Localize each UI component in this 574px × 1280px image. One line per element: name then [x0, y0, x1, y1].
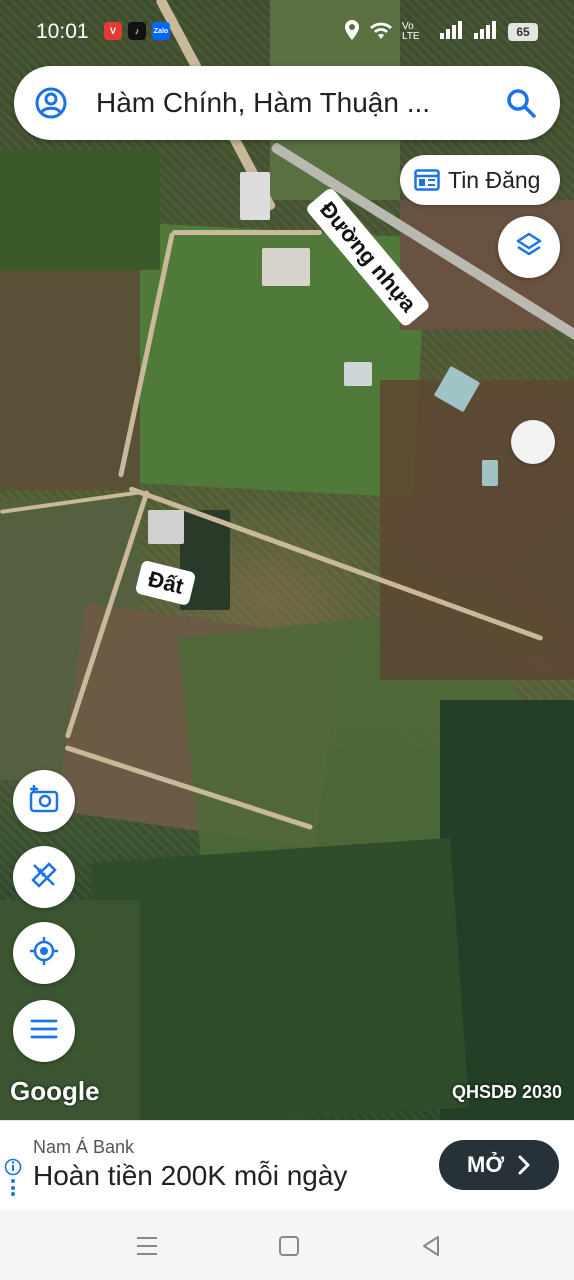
ad-info-icon[interactable]	[4, 1158, 22, 1196]
layer-name-label: QHSDĐ 2030	[451, 1082, 562, 1102]
ad-open-button[interactable]: MỞ	[439, 1140, 559, 1190]
system-nav-bar	[0, 1210, 574, 1280]
camera-button[interactable]	[13, 770, 75, 832]
wifi-icon	[370, 21, 392, 42]
location-icon	[344, 20, 360, 43]
add-photo-icon	[28, 784, 60, 819]
search-icon[interactable]	[504, 86, 538, 120]
building	[344, 362, 372, 386]
ad-title[interactable]: Hoàn tiền 200K mỗi ngày	[33, 1160, 347, 1192]
building	[148, 510, 184, 544]
app-icon-v: V	[104, 22, 122, 40]
building	[482, 460, 498, 486]
layers-icon	[514, 230, 544, 265]
home-icon[interactable]	[278, 1235, 300, 1262]
orchard-field	[0, 150, 160, 270]
network-label: Vo LTE	[402, 20, 420, 42]
search-bar[interactable]: Hàm Chính, Hàm Thuận ...	[14, 66, 560, 140]
account-icon[interactable]	[34, 86, 68, 120]
menu-icon	[30, 1018, 58, 1045]
measure-button[interactable]	[13, 846, 75, 908]
menu-button[interactable]	[13, 1000, 75, 1062]
ad-open-label: MỞ	[467, 1152, 505, 1177]
app-icon-zalo: Zalo	[152, 22, 170, 40]
search-query[interactable]: Hàm Chính, Hàm Thuận ...	[96, 87, 430, 119]
drag-handle[interactable]	[511, 420, 555, 464]
status-time: 10:01	[36, 20, 89, 43]
listing-icon	[414, 169, 440, 191]
chevron-right-icon	[517, 1154, 531, 1176]
orchard-field	[0, 260, 140, 490]
ruler-pencil-icon	[29, 860, 59, 895]
app-icon-tiktok: ♪	[128, 22, 146, 40]
signal-icon	[440, 21, 464, 42]
battery-indicator: 65	[508, 22, 538, 41]
google-logo: Google	[10, 1076, 100, 1106]
ad-brand: Nam Á Bank	[33, 1137, 135, 1157]
crop-field	[91, 837, 469, 1120]
crosshair-icon	[28, 935, 60, 972]
status-indicators: Vo LTE 65	[344, 20, 538, 43]
status-bar: 10:01 V ♪ Zalo Vo LTE 65	[0, 0, 574, 64]
building	[240, 172, 270, 220]
back-icon[interactable]	[420, 1235, 442, 1262]
building	[262, 248, 310, 286]
listings-chip[interactable]: Tin Đăng	[400, 155, 560, 205]
signal-icon-2	[474, 21, 498, 42]
recent-apps-icon[interactable]	[136, 1236, 158, 1261]
my-location-button[interactable]	[13, 922, 75, 984]
dirt-road	[172, 230, 322, 235]
status-app-icons: V ♪ Zalo	[104, 22, 170, 40]
listings-chip-label: Tin Đăng	[448, 167, 541, 193]
layers-button[interactable]	[498, 216, 560, 278]
